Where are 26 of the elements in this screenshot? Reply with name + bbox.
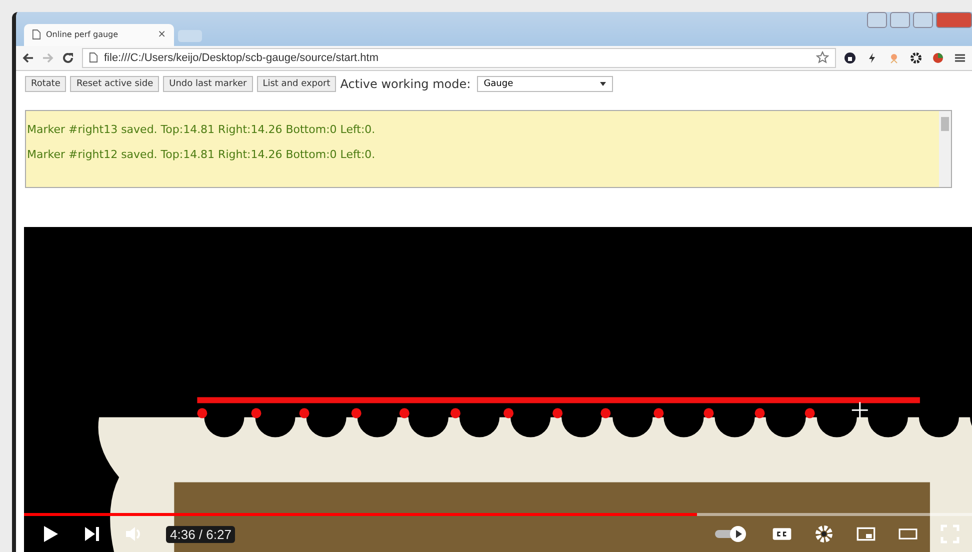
page-icon <box>89 52 98 64</box>
mode-label: Active working mode: <box>340 76 471 91</box>
star-icon[interactable] <box>816 51 829 64</box>
log-message: Marker #right12 saved. Top:14.81 Right:14.26 Bottom:0 Left:0. <box>27 148 376 161</box>
toolbar-button[interactable]: Rotate <box>25 76 66 92</box>
toolbar-button[interactable]: Undo last marker <box>163 76 253 92</box>
tab-close-button[interactable]: × <box>158 29 166 40</box>
video-progress-bar[interactable] <box>24 513 972 516</box>
tab-title: Online perf gauge <box>46 30 120 40</box>
next-icon[interactable] <box>82 524 102 544</box>
scrollbar[interactable] <box>939 110 951 187</box>
page-icon <box>32 29 41 40</box>
gear-icon[interactable] <box>910 52 922 64</box>
back-icon[interactable] <box>22 52 34 64</box>
lightning-icon[interactable] <box>866 52 878 64</box>
browser-tab[interactable]: Online perf gauge × <box>24 24 174 46</box>
mode-select[interactable]: Gauge <box>476 76 613 92</box>
toolbar-button[interactable]: List and export <box>256 76 336 92</box>
menu-icon[interactable] <box>954 52 966 64</box>
address-field[interactable]: file:///C:/Users/keijo/Desktop/scb-gauge/source/start.htm <box>82 48 836 68</box>
colorful-circle-icon[interactable] <box>932 52 944 64</box>
reload-icon[interactable] <box>62 52 74 64</box>
video-time: 4:36 / 6:27 <box>166 526 236 542</box>
settings-icon[interactable] <box>814 524 834 544</box>
toolbar-button[interactable]: Reset active side <box>70 76 160 92</box>
log-message: Marker #right13 saved. Top:14.81 Right:14.26 Bottom:0 Left:0. <box>27 122 376 136</box>
